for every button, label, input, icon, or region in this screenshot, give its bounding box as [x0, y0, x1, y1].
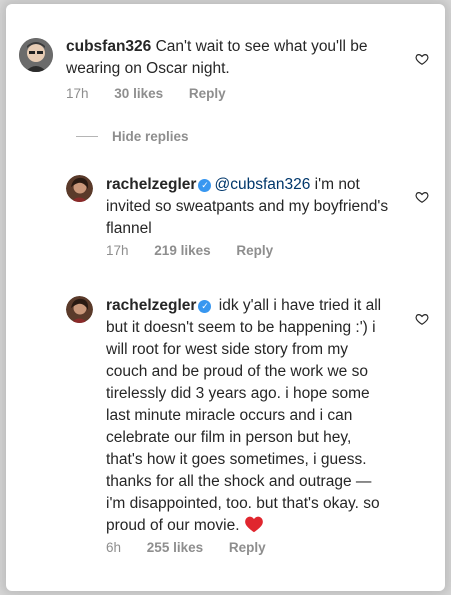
reply-body: it all but it doesn't seem to be happeni… [106, 297, 382, 534]
user-avatar-icon [19, 38, 53, 72]
reply-body-start: idk y'all i have tried [218, 297, 350, 314]
avatar[interactable] [19, 38, 53, 72]
like-heart-icon[interactable] [415, 52, 429, 66]
reply-likes[interactable]: 219 likes [154, 243, 210, 258]
divider [76, 136, 98, 137]
like-heart-icon[interactable] [415, 312, 429, 326]
mention-link[interactable]: @cubsfan326 [214, 176, 310, 193]
reply-text: rachelzegler ✓ @cubsfan326 i'm not invited… [106, 174, 406, 240]
reply-button[interactable]: Reply [236, 243, 273, 258]
comment-meta: 17h 30 likes Reply [66, 86, 248, 101]
comment-text: cubsfan326 Can't wait to see what you'll… [66, 36, 396, 80]
comment-username[interactable]: cubsfan326 [66, 38, 151, 55]
user-avatar-icon [66, 296, 93, 323]
reply-username[interactable]: rachelzegler [106, 297, 196, 314]
verified-badge-icon: ✓ [198, 300, 212, 313]
reply-text: rachelzegler ✓ idk y'all i have tried it … [106, 295, 388, 537]
reply-likes[interactable]: 255 likes [147, 540, 203, 555]
verified-badge-icon: ✓ [198, 179, 212, 192]
avatar[interactable] [66, 296, 93, 323]
hide-replies-label: Hide replies [112, 129, 189, 144]
reply-time: 17h [106, 243, 129, 258]
like-heart-icon[interactable] [415, 190, 429, 204]
comment-time: 17h [66, 86, 89, 101]
user-avatar-icon [66, 175, 93, 202]
reply-time: 6h [106, 540, 122, 555]
avatar[interactable] [66, 175, 93, 202]
reply-button[interactable]: Reply [189, 86, 226, 101]
hide-replies-button[interactable]: Hide replies [76, 129, 189, 144]
reply-button[interactable]: Reply [229, 540, 266, 555]
reply-meta: 6h 255 likes Reply [106, 540, 288, 555]
reply-meta: 17h 219 likes Reply [106, 243, 295, 258]
red-heart-emoji-icon [245, 516, 263, 533]
comment-likes[interactable]: 30 likes [114, 86, 163, 101]
reply-body-start: i'm [314, 176, 334, 193]
reply-username[interactable]: rachelzegler [106, 176, 196, 193]
